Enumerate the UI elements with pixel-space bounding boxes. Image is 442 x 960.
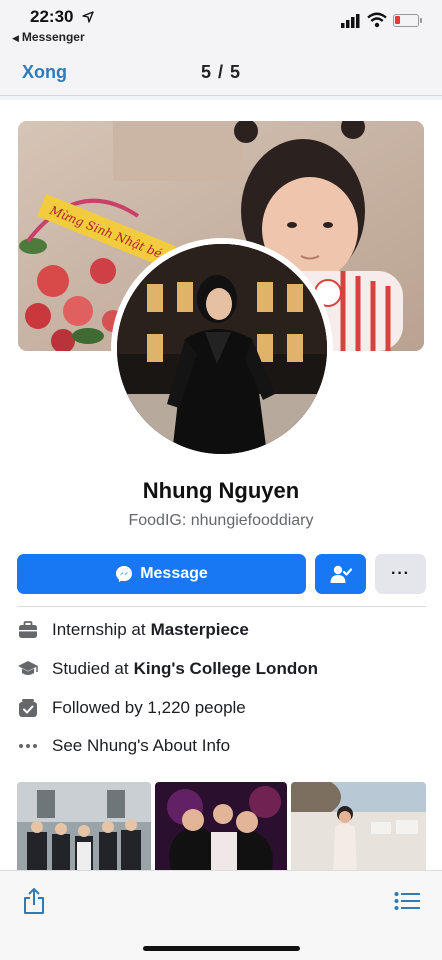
about-info-row[interactable]: See Nhung's About Info (17, 733, 427, 759)
share-icon[interactable] (22, 887, 46, 915)
work-prefix: Internship at (52, 620, 146, 639)
profile-name: Nhung Nguyen (142, 478, 300, 503)
photo-thumbnail[interactable] (291, 782, 426, 870)
friend-check-icon (330, 565, 352, 583)
location-arrow-icon (82, 11, 94, 23)
photo-thumbnail-image (17, 782, 151, 870)
more-options-button[interactable]: ··· (375, 554, 426, 594)
page-counter: 5 / 5 (200, 62, 242, 82)
followers-icon (17, 697, 39, 719)
message-button[interactable]: Message (17, 554, 306, 594)
photo-thumbnail[interactable] (155, 782, 287, 870)
photo-thumbnail-image (155, 782, 287, 870)
home-indicator[interactable] (143, 946, 300, 951)
back-triangle-icon: ◀ (12, 33, 19, 43)
avatar-image (117, 244, 327, 454)
wifi-icon (367, 12, 387, 28)
work-place: Masterpiece (150, 620, 249, 639)
work-info-row[interactable]: Internship at Masterpiece (17, 617, 427, 643)
study-prefix: Studied at (52, 659, 129, 678)
battery-icon (393, 14, 422, 27)
message-button-label: Message (140, 565, 208, 582)
briefcase-icon (17, 619, 39, 641)
study-place: King's College London (133, 659, 318, 678)
photo-thumbnail-image (291, 782, 426, 870)
photo-thumbnail[interactable] (17, 782, 151, 870)
profile-avatar[interactable] (117, 244, 327, 454)
more-dots-icon (17, 735, 39, 757)
cellular-signal-icon (341, 14, 360, 28)
graduation-cap-icon (17, 658, 39, 680)
list-icon[interactable] (394, 891, 420, 911)
back-to-app-link[interactable]: ◀ Messenger (12, 30, 85, 44)
profile-bio: FoodIG: nhungiefooddiary (128, 512, 314, 529)
followers-info-row[interactable]: Followed by 1,220 people (17, 695, 427, 721)
photos-strip (17, 782, 426, 870)
messenger-icon (116, 566, 133, 582)
status-bar: 22:30 ◀ Messenger (0, 0, 442, 52)
profile-screenshot: Mừng Sinh Nhật bé Nhung Nguyen FoodIG: n… (0, 100, 442, 870)
nav-bar: Xong 5 / 5 (0, 52, 442, 96)
study-info-row[interactable]: Studied at King's College London (17, 656, 427, 682)
friends-button[interactable] (315, 554, 366, 594)
followers-text: Followed by 1,220 people (52, 698, 246, 717)
status-time: 22:30 (30, 7, 74, 26)
back-app-label: Messenger (21, 30, 85, 44)
bottom-toolbar (0, 870, 442, 960)
about-info-link: See Nhung's About Info (52, 736, 231, 755)
section-divider (17, 606, 426, 607)
